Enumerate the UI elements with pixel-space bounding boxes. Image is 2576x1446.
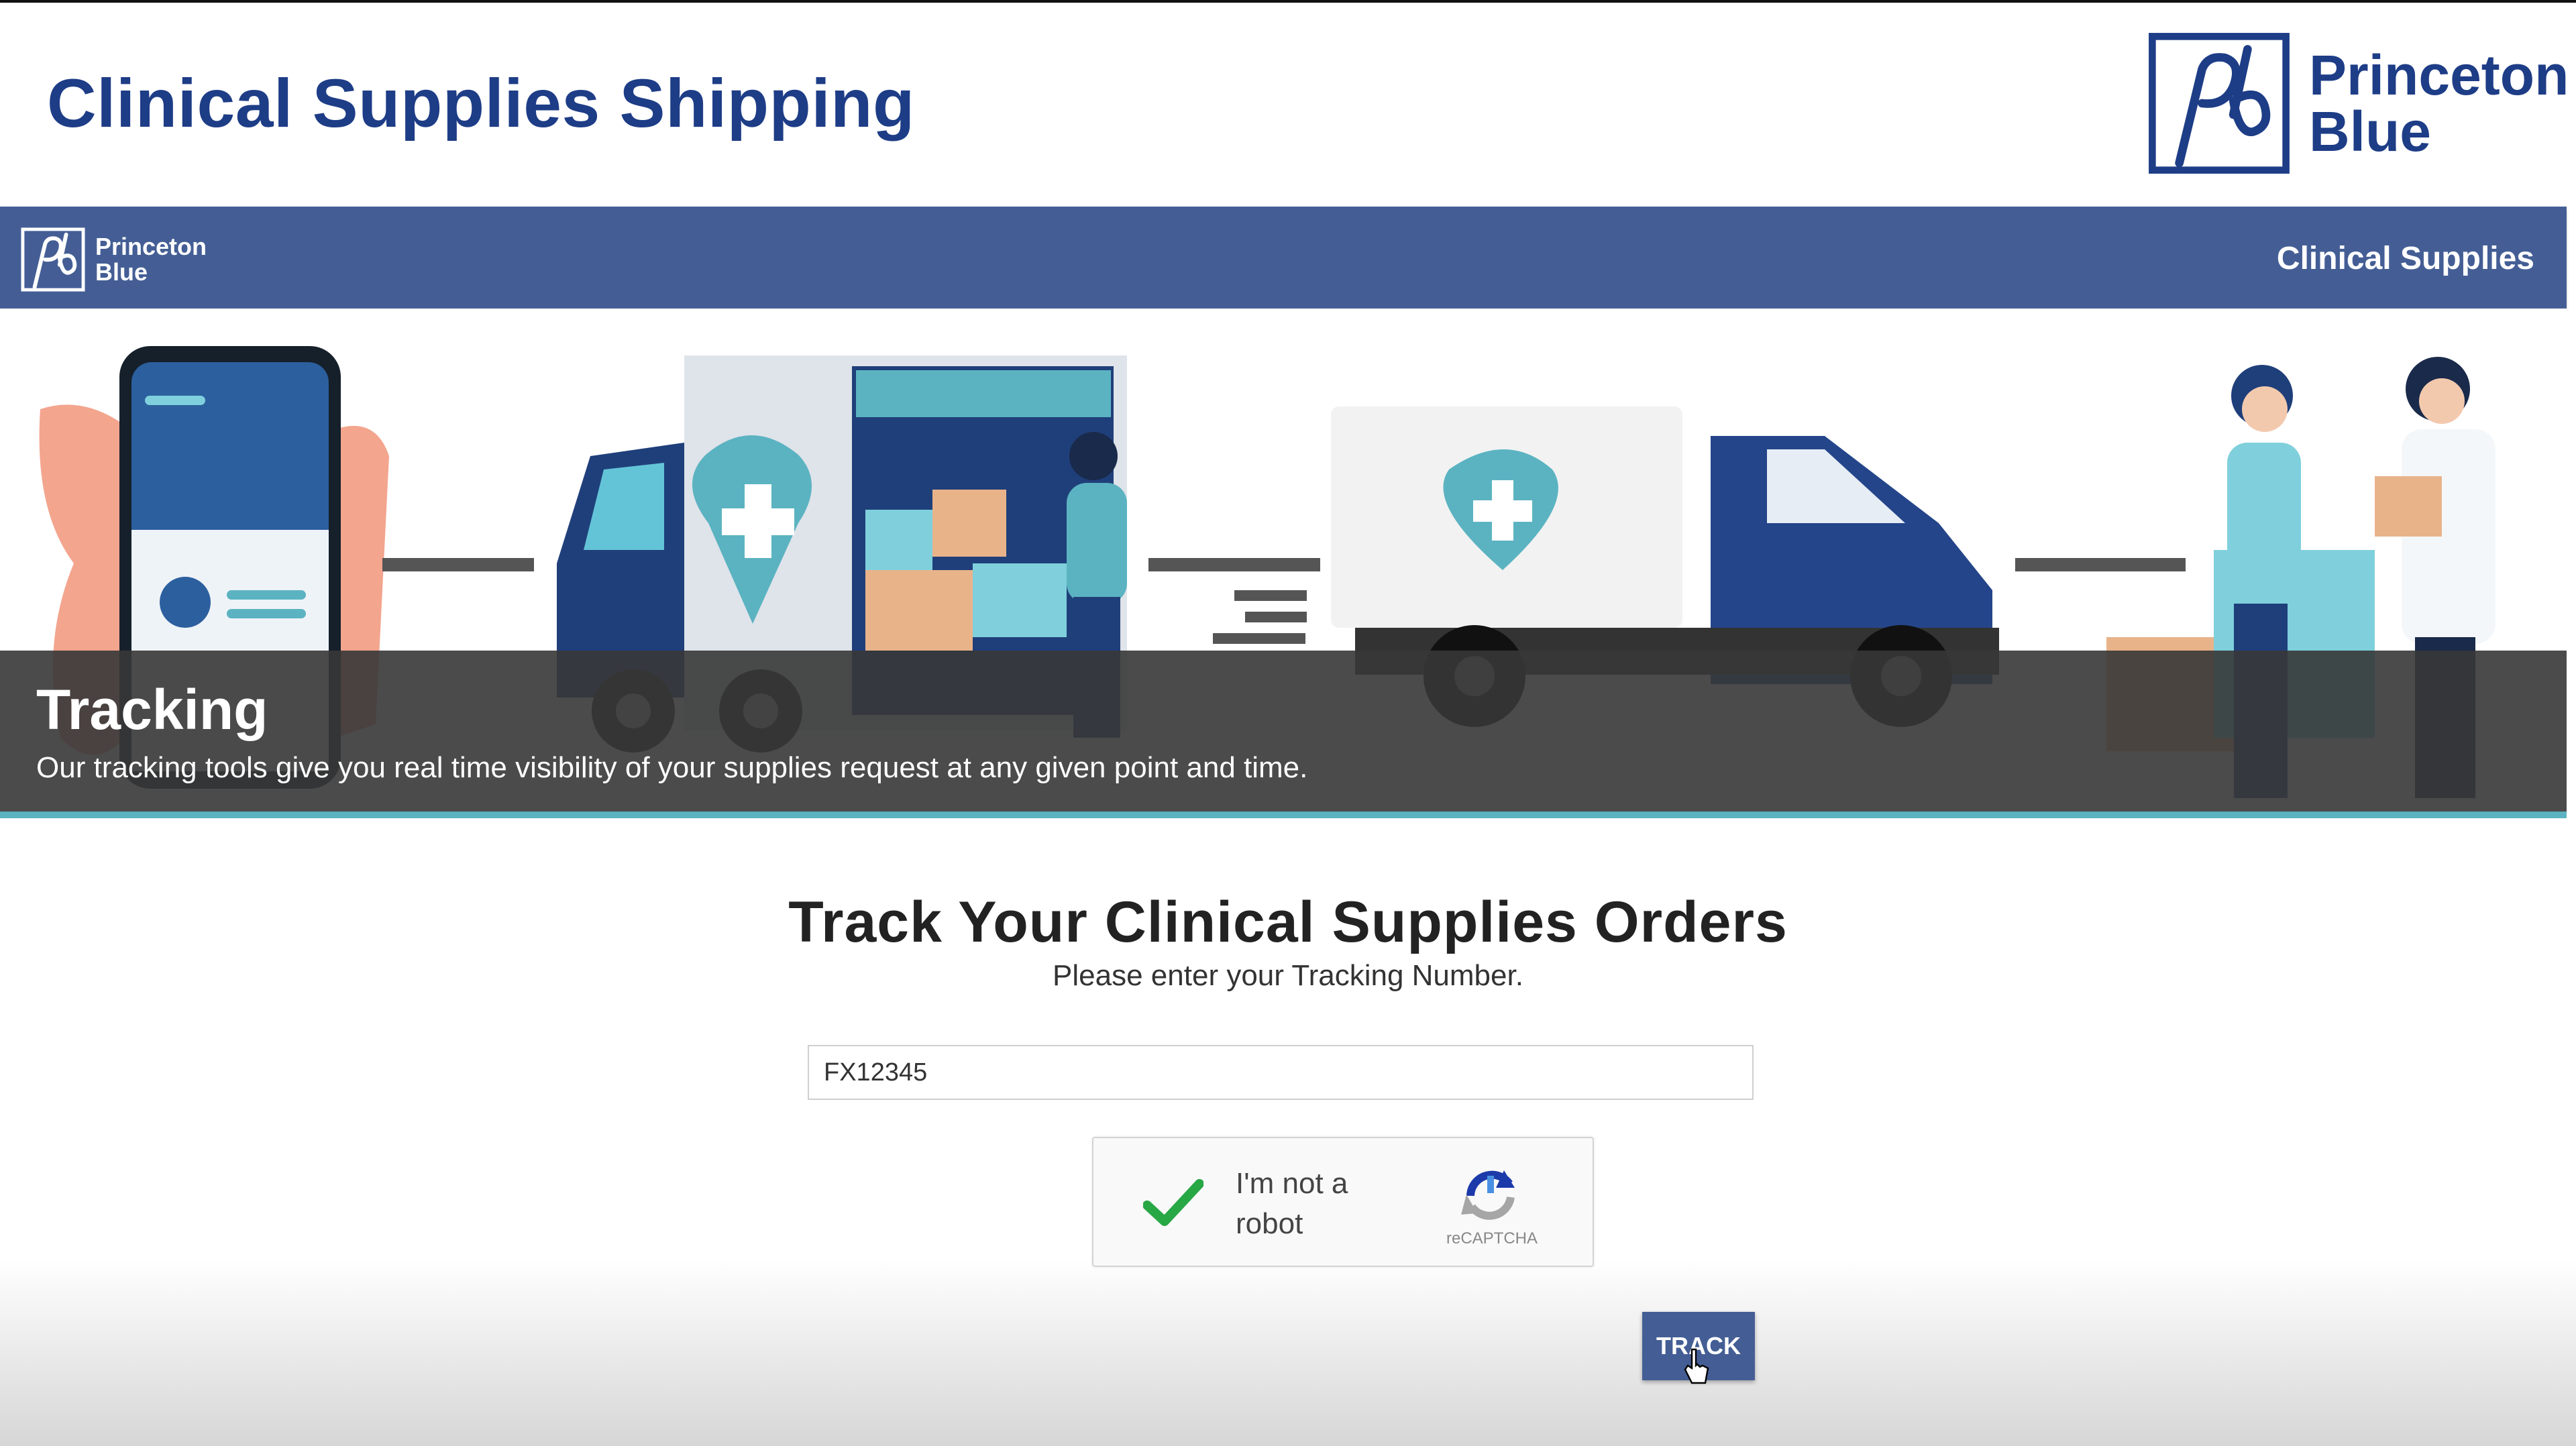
nav-brand-name: Princeton Blue bbox=[95, 234, 207, 285]
pb-logo-icon bbox=[21, 227, 85, 292]
hero-description: Our tracking tools give you real time vi… bbox=[36, 751, 1308, 784]
captcha-label: I'm not a robot bbox=[1236, 1167, 1348, 1240]
bottom-fade bbox=[0, 1258, 2576, 1446]
nav-brand-line-1: Princeton bbox=[95, 233, 207, 260]
cursor-icon bbox=[1684, 1348, 1709, 1384]
hero-title: Tracking bbox=[36, 678, 268, 741]
navbar: Princeton Blue Clinical Supplies bbox=[0, 207, 2567, 309]
hero-accent-stripe bbox=[0, 812, 2567, 818]
recaptcha-icon bbox=[1461, 1170, 1515, 1220]
brand-line-1: Princeton bbox=[2309, 44, 2569, 107]
tracking-section: Track Your Clinical Supplies Orders Plea… bbox=[0, 829, 2576, 1446]
nav-logo[interactable]: Princeton Blue bbox=[20, 227, 207, 292]
hero-caption: Tracking Our tracking tools give you rea… bbox=[0, 651, 2567, 812]
site-header: Clinical Supplies Shipping Princeton Blu… bbox=[0, 0, 2576, 207]
check-icon[interactable] bbox=[1143, 1177, 1203, 1231]
pb-logo-icon bbox=[2149, 33, 2290, 174]
hero-banner: Tracking Our tracking tools give you rea… bbox=[0, 309, 2567, 818]
brand-line-2: Blue bbox=[2309, 100, 2432, 163]
captcha-brand: reCAPTCHA bbox=[1446, 1229, 1538, 1247]
nav-brand-line-2: Blue bbox=[95, 258, 148, 286]
brand-name: Princeton Blue bbox=[2309, 47, 2569, 160]
tracking-subheading: Please enter your Tracking Number. bbox=[1053, 959, 1523, 992]
page-title: Clinical Supplies Shipping bbox=[47, 65, 915, 142]
brand-logo[interactable]: Princeton Blue bbox=[2148, 32, 2569, 174]
tracking-heading: Track Your Clinical Supplies Orders bbox=[788, 890, 1788, 954]
recaptcha-widget: I'm not a robot reCAPTCHA bbox=[1092, 1137, 1594, 1267]
nav-link-clinical-supplies[interactable]: Clinical Supplies bbox=[2277, 240, 2534, 277]
tracking-number-input[interactable] bbox=[808, 1045, 1754, 1100]
